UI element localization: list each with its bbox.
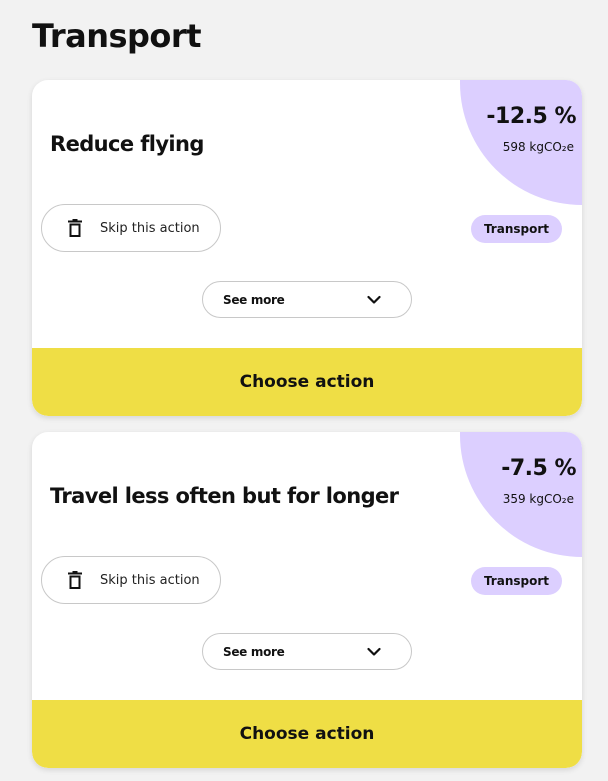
- action-title: Reduce flying: [50, 132, 204, 156]
- skip-action-label: Skip this action: [100, 572, 200, 588]
- skip-action-label: Skip this action: [100, 220, 200, 236]
- see-more-label: See more: [223, 644, 285, 659]
- category-tag: Transport: [470, 215, 562, 243]
- action-card: -12.5 % 598 kgCO₂e Reduce flying Skip th…: [32, 80, 582, 416]
- trash-icon: [68, 571, 82, 589]
- chevron-down-icon: [367, 647, 381, 656]
- skip-action-button[interactable]: Skip this action: [41, 556, 221, 604]
- see-more-button[interactable]: See more: [202, 281, 412, 318]
- impact-co2: 359 kgCO₂e: [502, 492, 574, 506]
- section-title: Transport: [32, 17, 201, 55]
- category-tag: Transport: [470, 567, 562, 595]
- impact-percent: -12.5 %: [486, 104, 576, 129]
- action-title: Travel less often but for longer: [50, 484, 399, 508]
- impact-co2: 598 kgCO₂e: [502, 140, 574, 154]
- see-more-label: See more: [223, 292, 285, 307]
- trash-icon: [68, 219, 82, 237]
- chevron-down-icon: [367, 295, 381, 304]
- skip-action-button[interactable]: Skip this action: [41, 204, 221, 252]
- action-card: -7.5 % 359 kgCO₂e Travel less often but …: [32, 432, 582, 768]
- see-more-button[interactable]: See more: [202, 633, 412, 670]
- page: Transport -12.5 % 598 kgCO₂e Reduce flyi…: [0, 0, 608, 781]
- choose-action-button[interactable]: Choose action: [32, 700, 582, 768]
- impact-percent: -7.5 %: [501, 456, 576, 481]
- choose-action-button[interactable]: Choose action: [32, 348, 582, 416]
